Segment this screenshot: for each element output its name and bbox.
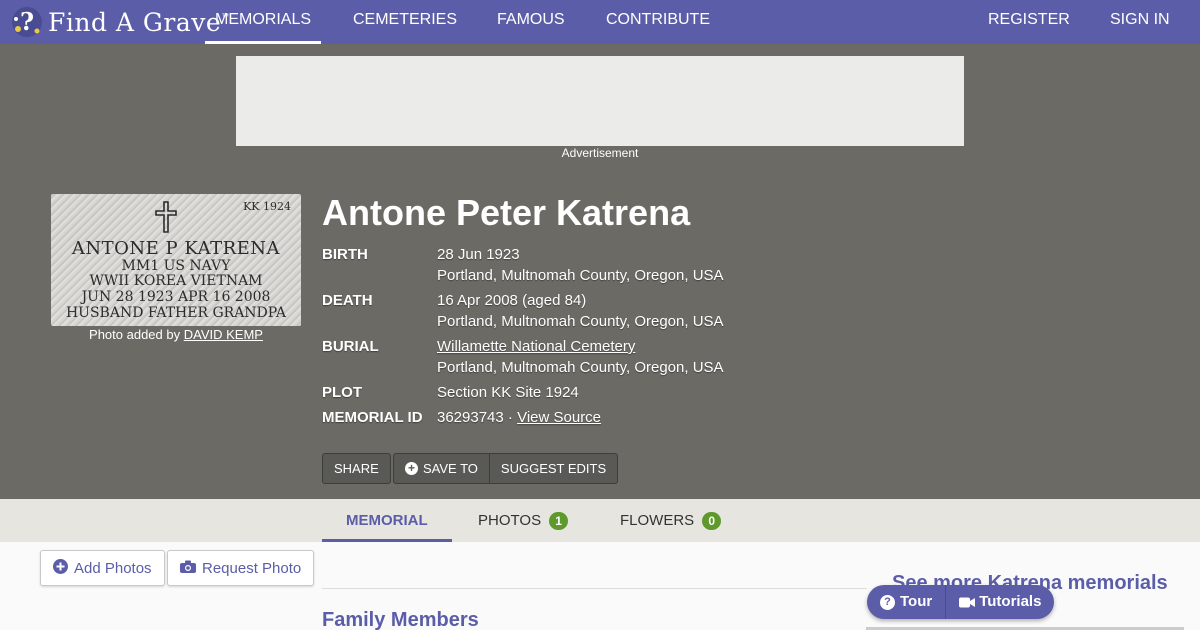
flowers-count-badge: 0 (702, 512, 722, 531)
nav-famous[interactable]: FAMOUS (487, 0, 575, 44)
tab-photos[interactable]: PHOTOS 1 (454, 499, 592, 542)
nav-register[interactable]: REGISTER (978, 0, 1080, 44)
birth-date: 28 Jun 1923 (437, 246, 520, 263)
plot-label: PLOT (322, 384, 362, 401)
top-navbar: ? Find A Grave ™ MEMORIALS CEMETERIES FA… (0, 0, 1200, 44)
tab-flowers[interactable]: FLOWERS 0 (596, 499, 745, 542)
photo-credit-prefix: Photo added by (89, 327, 181, 342)
memorial-id: 36293743 (437, 409, 504, 426)
svg-text:?: ? (20, 7, 34, 36)
death-value: 16 Apr 2008 (aged 84) Portland, Multnoma… (437, 290, 724, 332)
tour-label: Tour (900, 593, 933, 610)
birth-label: BIRTH (322, 246, 368, 263)
burial-place: Portland, Multnomah County, Oregon, USA (437, 359, 724, 376)
photo-contributor-link[interactable]: DAVID KEMP (184, 327, 263, 342)
save-to-button[interactable]: + SAVE TO (394, 454, 489, 483)
add-photos-button[interactable]: Add Photos (40, 550, 165, 586)
plus-circle-icon: + (405, 462, 418, 475)
camera-icon (180, 560, 196, 577)
nav-contribute[interactable]: CONTRIBUTE (596, 0, 720, 44)
content-divider (322, 588, 867, 589)
memorial-id-value: 36293743 · View Source (437, 407, 601, 428)
memorial-actions-group: + SAVE TO SUGGEST EDITS (393, 453, 619, 484)
tab-memorial[interactable]: MEMORIAL (322, 499, 452, 542)
request-photo-label: Request Photo (202, 559, 302, 577)
advertisement-label: Advertisement (561, 146, 639, 160)
share-button[interactable]: SHARE (323, 454, 390, 483)
view-source-link[interactable]: View Source (517, 409, 601, 426)
death-date: 16 Apr 2008 (aged 84) (437, 292, 587, 309)
death-label: DEATH (322, 292, 373, 309)
nav-cemeteries[interactable]: CEMETERIES (343, 0, 467, 44)
plus-circle-icon (53, 558, 68, 578)
cross-icon (155, 201, 177, 233)
help-pill: ? Tour Tutorials (867, 585, 1055, 619)
tour-button[interactable]: ? Tour (867, 585, 945, 619)
tutorials-button[interactable]: Tutorials (945, 585, 1054, 619)
birth-place: Portland, Multnomah County, Oregon, USA (437, 267, 724, 284)
headstone-photo[interactable]: KK 1924 ANTONE P KATRENA MM1 US NAVY WWI… (51, 194, 301, 326)
request-photo-button[interactable]: Request Photo (167, 550, 315, 586)
tutorials-label: Tutorials (979, 593, 1042, 610)
question-circle-icon: ? (880, 594, 895, 610)
find-a-grave-logo[interactable]: ? Find A Grave ™ (10, 5, 229, 39)
memorial-id-separator: · (503, 409, 518, 426)
headstone-line: MM1 US NAVY (121, 258, 231, 274)
memorial-name: Antone Peter Katrena (322, 192, 691, 233)
burial-value: Willamette National Cemetery Portland, M… (437, 336, 724, 378)
burial-label: BURIAL (322, 338, 379, 355)
birth-value: 28 Jun 1923 Portland, Multnomah County, … (437, 244, 724, 286)
headstone-line: ANTONE P KATRENA (71, 238, 281, 259)
logo-text: Find A Grave (48, 7, 222, 37)
memorial-tabs: MEMORIAL PHOTOS 1 FLOWERS 0 (0, 499, 1200, 542)
death-place: Portland, Multnomah County, Oregon, USA (437, 313, 724, 330)
tab-memorial-label: MEMORIAL (346, 512, 428, 529)
suggest-edits-button[interactable]: SUGGEST EDITS (488, 454, 617, 483)
family-members-heading: Family Members (322, 609, 479, 630)
tab-flowers-label: FLOWERS (620, 512, 695, 529)
photo-credit: Photo added by DAVID KEMP (51, 327, 301, 342)
memorial-hero: Advertisement KK 1924 ANTONE P KATRENA M… (0, 44, 1200, 499)
headstone-section: KK 1924 (243, 200, 291, 213)
burial-cemetery-link[interactable]: Willamette National Cemetery (437, 336, 724, 357)
add-photos-label: Add Photos (74, 559, 152, 577)
advertisement-banner[interactable] (236, 56, 964, 146)
photos-count-badge: 1 (549, 512, 568, 531)
nav-memorials[interactable]: MEMORIALS (205, 0, 322, 44)
headstone-line: WWII KOREA VIETNAM (89, 273, 263, 289)
logo-question-mark-icon: ? (12, 7, 42, 37)
share-button-group: SHARE (322, 453, 391, 484)
plot-value: Section KK Site 1924 (437, 384, 579, 401)
headstone-line: JUN 28 1923 APR 16 2008 (81, 289, 271, 305)
video-camera-icon (959, 597, 976, 607)
save-to-label: SAVE TO (423, 461, 478, 476)
memorial-id-label: MEMORIAL ID (322, 409, 423, 426)
nav-sign-in[interactable]: SIGN IN (1100, 0, 1180, 44)
tab-photos-label: PHOTOS (478, 512, 542, 529)
headstone-line: HUSBAND FATHER GRANDPA (65, 305, 287, 321)
